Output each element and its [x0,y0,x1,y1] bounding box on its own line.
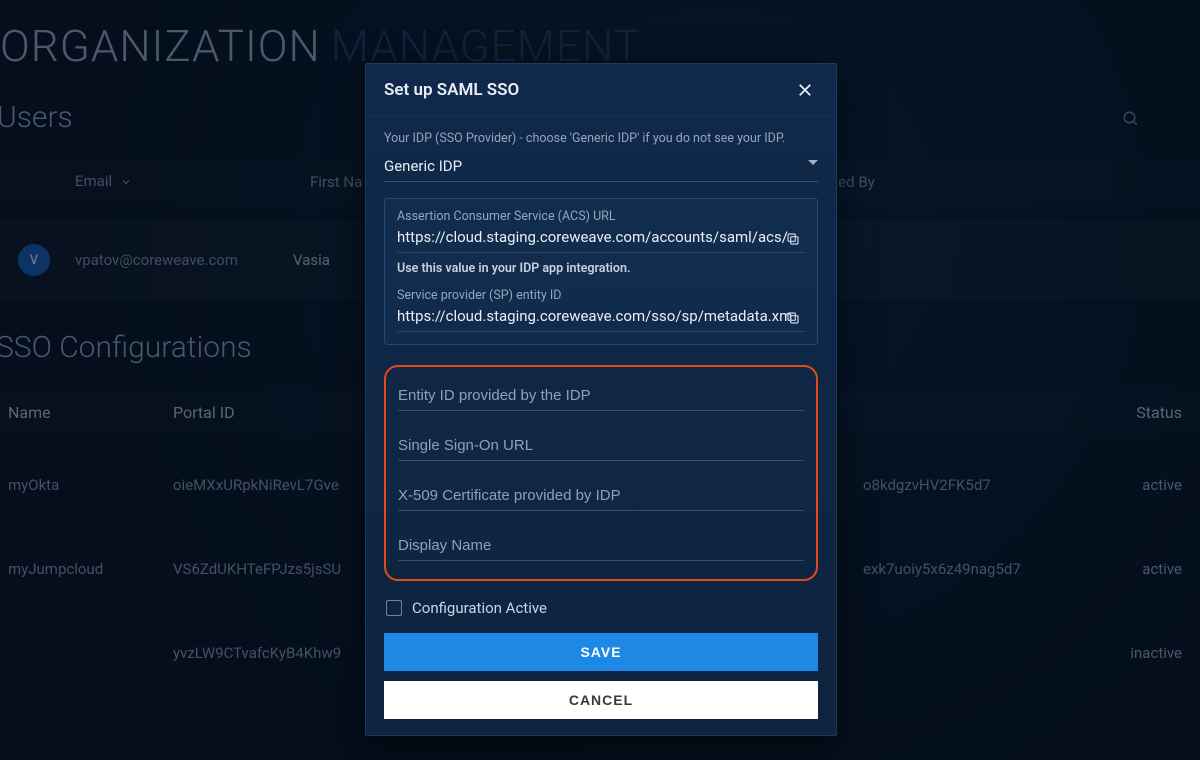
configuration-active-checkbox[interactable] [386,600,402,616]
copy-acs-button[interactable] [781,227,805,251]
idp-input-highlight [384,365,818,581]
page-root: ORGANIZATIONMANAGEMENT Users Email First… [0,0,1200,760]
sso-url-input[interactable] [398,431,804,461]
configuration-active-row[interactable]: Configuration Active [386,599,818,617]
sp-label: Service provider (SP) entity ID [397,288,805,303]
save-button[interactable]: SAVE [384,633,818,671]
modal-header: Set up SAML SSO [366,64,836,117]
idp-select-value: Generic IDP [384,157,462,175]
sp-info-box: Assertion Consumer Service (ACS) URL htt… [384,198,818,345]
modal-body: Your IDP (SSO Provider) - choose 'Generi… [366,117,836,735]
modal-title: Set up SAML SSO [384,80,519,100]
acs-value: https://cloud.staging.coreweave.com/acco… [397,226,805,253]
acs-label: Assertion Consumer Service (ACS) URL [397,209,805,224]
configuration-active-label: Configuration Active [412,599,547,617]
x509-cert-input[interactable] [398,481,804,511]
idp-picker-label: Your IDP (SSO Provider) - choose 'Generi… [384,131,818,146]
sp-entity-block: Service provider (SP) entity ID https://… [397,288,805,332]
copy-icon [785,310,801,326]
sp-value: https://cloud.staging.coreweave.com/sso/… [397,305,805,332]
entity-id-input[interactable] [398,381,804,411]
close-icon [796,81,814,99]
acs-hint: Use this value in your IDP app integrati… [397,261,805,276]
caret-down-icon [808,160,818,165]
display-name-input[interactable] [398,531,804,561]
copy-sp-button[interactable] [781,306,805,330]
copy-icon [785,231,801,247]
cancel-button[interactable]: CANCEL [384,681,818,719]
idp-select[interactable]: Generic IDP [384,152,818,182]
close-button[interactable] [792,77,818,103]
acs-url-block: Assertion Consumer Service (ACS) URL htt… [397,209,805,276]
saml-sso-modal: Set up SAML SSO Your IDP (SSO Provider) … [365,63,837,736]
